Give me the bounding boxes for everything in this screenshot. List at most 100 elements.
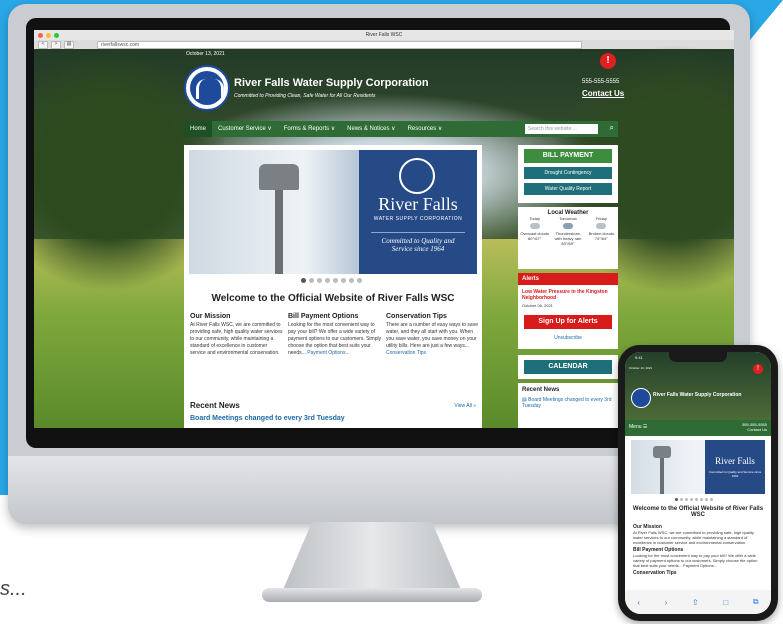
mobile-date: October 13, 2021 — [629, 366, 653, 370]
carousel-dot[interactable] — [357, 278, 362, 283]
mobile-hero-commit: Committed to Quality and Service since 1… — [708, 470, 762, 478]
welcome-heading: Welcome to the Official Website of River… — [211, 293, 455, 304]
hero-subtitle: WATER SUPPLY CORPORATION — [373, 216, 463, 222]
waterfall-logo-icon — [190, 71, 224, 105]
nav-forms-reports[interactable]: Forms & Reports ∨ — [278, 121, 341, 137]
site-title[interactable]: River Falls Water Supply Corporation — [234, 77, 429, 89]
mobile-safari-toolbar: ‹ › ⇧ □ ⧉ — [625, 590, 771, 614]
payment-options-link[interactable]: Payment Options... — [307, 350, 350, 356]
cloud-icon — [529, 223, 540, 229]
bill-text: Looking for the most convenient way to p… — [288, 322, 382, 356]
storm-icon — [562, 223, 573, 229]
hero-carousel[interactable]: River Falls WATER SUPPLY CORPORATION Com… — [189, 150, 477, 274]
carousel-dot[interactable] — [309, 278, 314, 283]
hero-logo-icon — [399, 158, 435, 194]
conservation-tips-link[interactable]: Conservation Tips — [386, 350, 426, 356]
monitor-stand — [282, 522, 462, 592]
header-phone[interactable]: 555-555-5555 — [582, 79, 619, 85]
iphone-mockup: 9:41 October 13, 2021 ! River Falls Wate… — [618, 345, 778, 621]
weather-widget: Local Weather Today Overcast clouds 80°/67… — [518, 207, 618, 269]
sidebar-news-item[interactable]: ▤ Board Meetings changed to every 3rd Tu… — [522, 397, 612, 409]
mobile-sections: Our Mission At River Falls WSC, we are c… — [633, 524, 763, 576]
conservation-text: There are a number of easy ways to save … — [386, 322, 478, 356]
header-date: October 13, 2021 — [186, 51, 225, 57]
window-title: River Falls WSC — [365, 32, 403, 38]
alerts-heading: Alerts — [518, 273, 618, 285]
mobile-body: River Falls Committed to Quality and Ser… — [631, 440, 765, 590]
weather-day: Tomorrow Thunderstorm with heavy rain 83°/… — [554, 216, 582, 246]
site-tagline: Committed to Providing Clean, Safe Water… — [234, 93, 376, 99]
carousel-dot[interactable] — [349, 278, 354, 283]
mobile-contact[interactable]: 555-555-5555 Contact Us — [742, 422, 767, 432]
mobile-nav: Menu ☰ 555-555-5555 Contact Us — [625, 420, 771, 436]
sidebar-news-heading: Recent News — [522, 387, 560, 393]
nav-resources[interactable]: Resources ∨ — [402, 121, 449, 137]
main-content: River Falls WATER SUPPLY CORPORATION Com… — [184, 145, 482, 428]
search-icon[interactable]: ⌕ — [610, 123, 614, 133]
mobile-carousel-dots — [675, 498, 713, 501]
nav-news-notices[interactable]: News & Notices ∨ — [341, 121, 401, 137]
cloud-icon — [596, 223, 607, 229]
bookmarks-icon[interactable]: □ — [723, 598, 728, 607]
carousel-dot[interactable] — [325, 278, 330, 283]
mobile-back-icon[interactable]: ‹ — [637, 598, 640, 607]
view-all-link[interactable]: View All » — [454, 403, 476, 409]
carousel-dot[interactable] — [301, 278, 306, 283]
alert-date: October 06, 2021 — [522, 303, 553, 308]
share-icon[interactable]: ⇧ — [692, 598, 699, 607]
search-input[interactable]: Search this website ... — [525, 124, 598, 134]
mobile-mission-text: At River Falls WSC, we are committed to … — [633, 530, 754, 545]
mobile-forward-icon[interactable]: › — [665, 598, 668, 607]
carousel-dot[interactable] — [695, 498, 698, 501]
contact-us-link[interactable]: Contact Us — [582, 89, 624, 98]
calendar-box: CALENDAR — [518, 355, 618, 379]
mobile-logo-icon[interactable] — [631, 388, 651, 408]
tabs-icon[interactable]: ⧉ — [753, 597, 759, 607]
conservation-column: Conservation Tips There are a number of … — [386, 313, 480, 357]
mobile-bill-text: Looking for the most convenient way to p… — [633, 553, 758, 568]
signup-alerts-button[interactable]: Sign Up for Alerts — [524, 315, 612, 329]
nav-customer-service[interactable]: Customer Service ∨ — [212, 121, 278, 137]
hero-name: River Falls — [378, 194, 458, 214]
carousel-dot[interactable] — [710, 498, 713, 501]
mobile-alert-icon[interactable]: ! — [753, 364, 763, 374]
carousel-dot[interactable] — [317, 278, 322, 283]
phone-notch — [669, 352, 727, 362]
carousel-dot[interactable] — [700, 498, 703, 501]
sidebar-news-box: Recent News ▤ Board Meetings changed to … — [518, 383, 618, 428]
carousel-dot[interactable] — [675, 498, 678, 501]
carousel-dot[interactable] — [690, 498, 693, 501]
alerts-box: Alerts Low Water Pressure in the Kingsto… — [518, 273, 618, 349]
unsubscribe-link[interactable]: Unsubscribe — [518, 335, 618, 341]
backdrop-caption: s... — [0, 578, 27, 600]
weather-day: Friday Broken clouds 74°/64° — [588, 216, 614, 241]
news-item-link[interactable]: Board Meetings changed to every 3rd Tues… — [190, 415, 345, 422]
conservation-title: Conservation Tips — [386, 313, 447, 320]
mobile-hero-name: River Falls — [715, 456, 755, 466]
nav-home[interactable]: Home — [184, 121, 213, 137]
bill-title: Bill Payment Options — [288, 313, 359, 320]
bill-payment-button[interactable]: BILL PAYMENT — [524, 149, 612, 163]
hero-commitment: Committed to Quality and Service since 1… — [371, 232, 465, 253]
weather-day: Today Overcast clouds 80°/67° — [520, 216, 549, 241]
water-tower-leg — [275, 190, 283, 274]
mobile-hero[interactable]: River Falls Committed to Quality and Ser… — [631, 440, 765, 494]
carousel-dot[interactable] — [333, 278, 338, 283]
alert-title-link[interactable]: Low Water Pressure in the Kingston Neigh… — [522, 289, 614, 301]
carousel-dot[interactable] — [705, 498, 708, 501]
mobile-menu-button[interactable]: Menu ☰ — [629, 424, 647, 430]
drought-contingency-button[interactable]: Drought Contingency — [524, 167, 612, 179]
carousel-dots — [301, 278, 362, 283]
water-quality-button[interactable]: Water Quality Report — [524, 183, 612, 195]
carousel-dot[interactable] — [341, 278, 346, 283]
carousel-dot[interactable] — [680, 498, 683, 501]
monitor-base — [262, 588, 482, 602]
carousel-dot[interactable] — [685, 498, 688, 501]
mobile-status-time: 9:41 — [635, 355, 643, 360]
calendar-button[interactable]: CALENDAR — [524, 360, 612, 374]
mission-column: Our Mission At River Falls WSC, we are c… — [190, 313, 284, 357]
site-logo[interactable] — [184, 65, 230, 111]
alert-icon[interactable]: ! — [600, 53, 616, 69]
mobile-site-title[interactable]: River Falls Water Supply Corporation — [653, 392, 741, 398]
mobile-hero-brand: River Falls Committed to Quality and Ser… — [705, 440, 765, 494]
